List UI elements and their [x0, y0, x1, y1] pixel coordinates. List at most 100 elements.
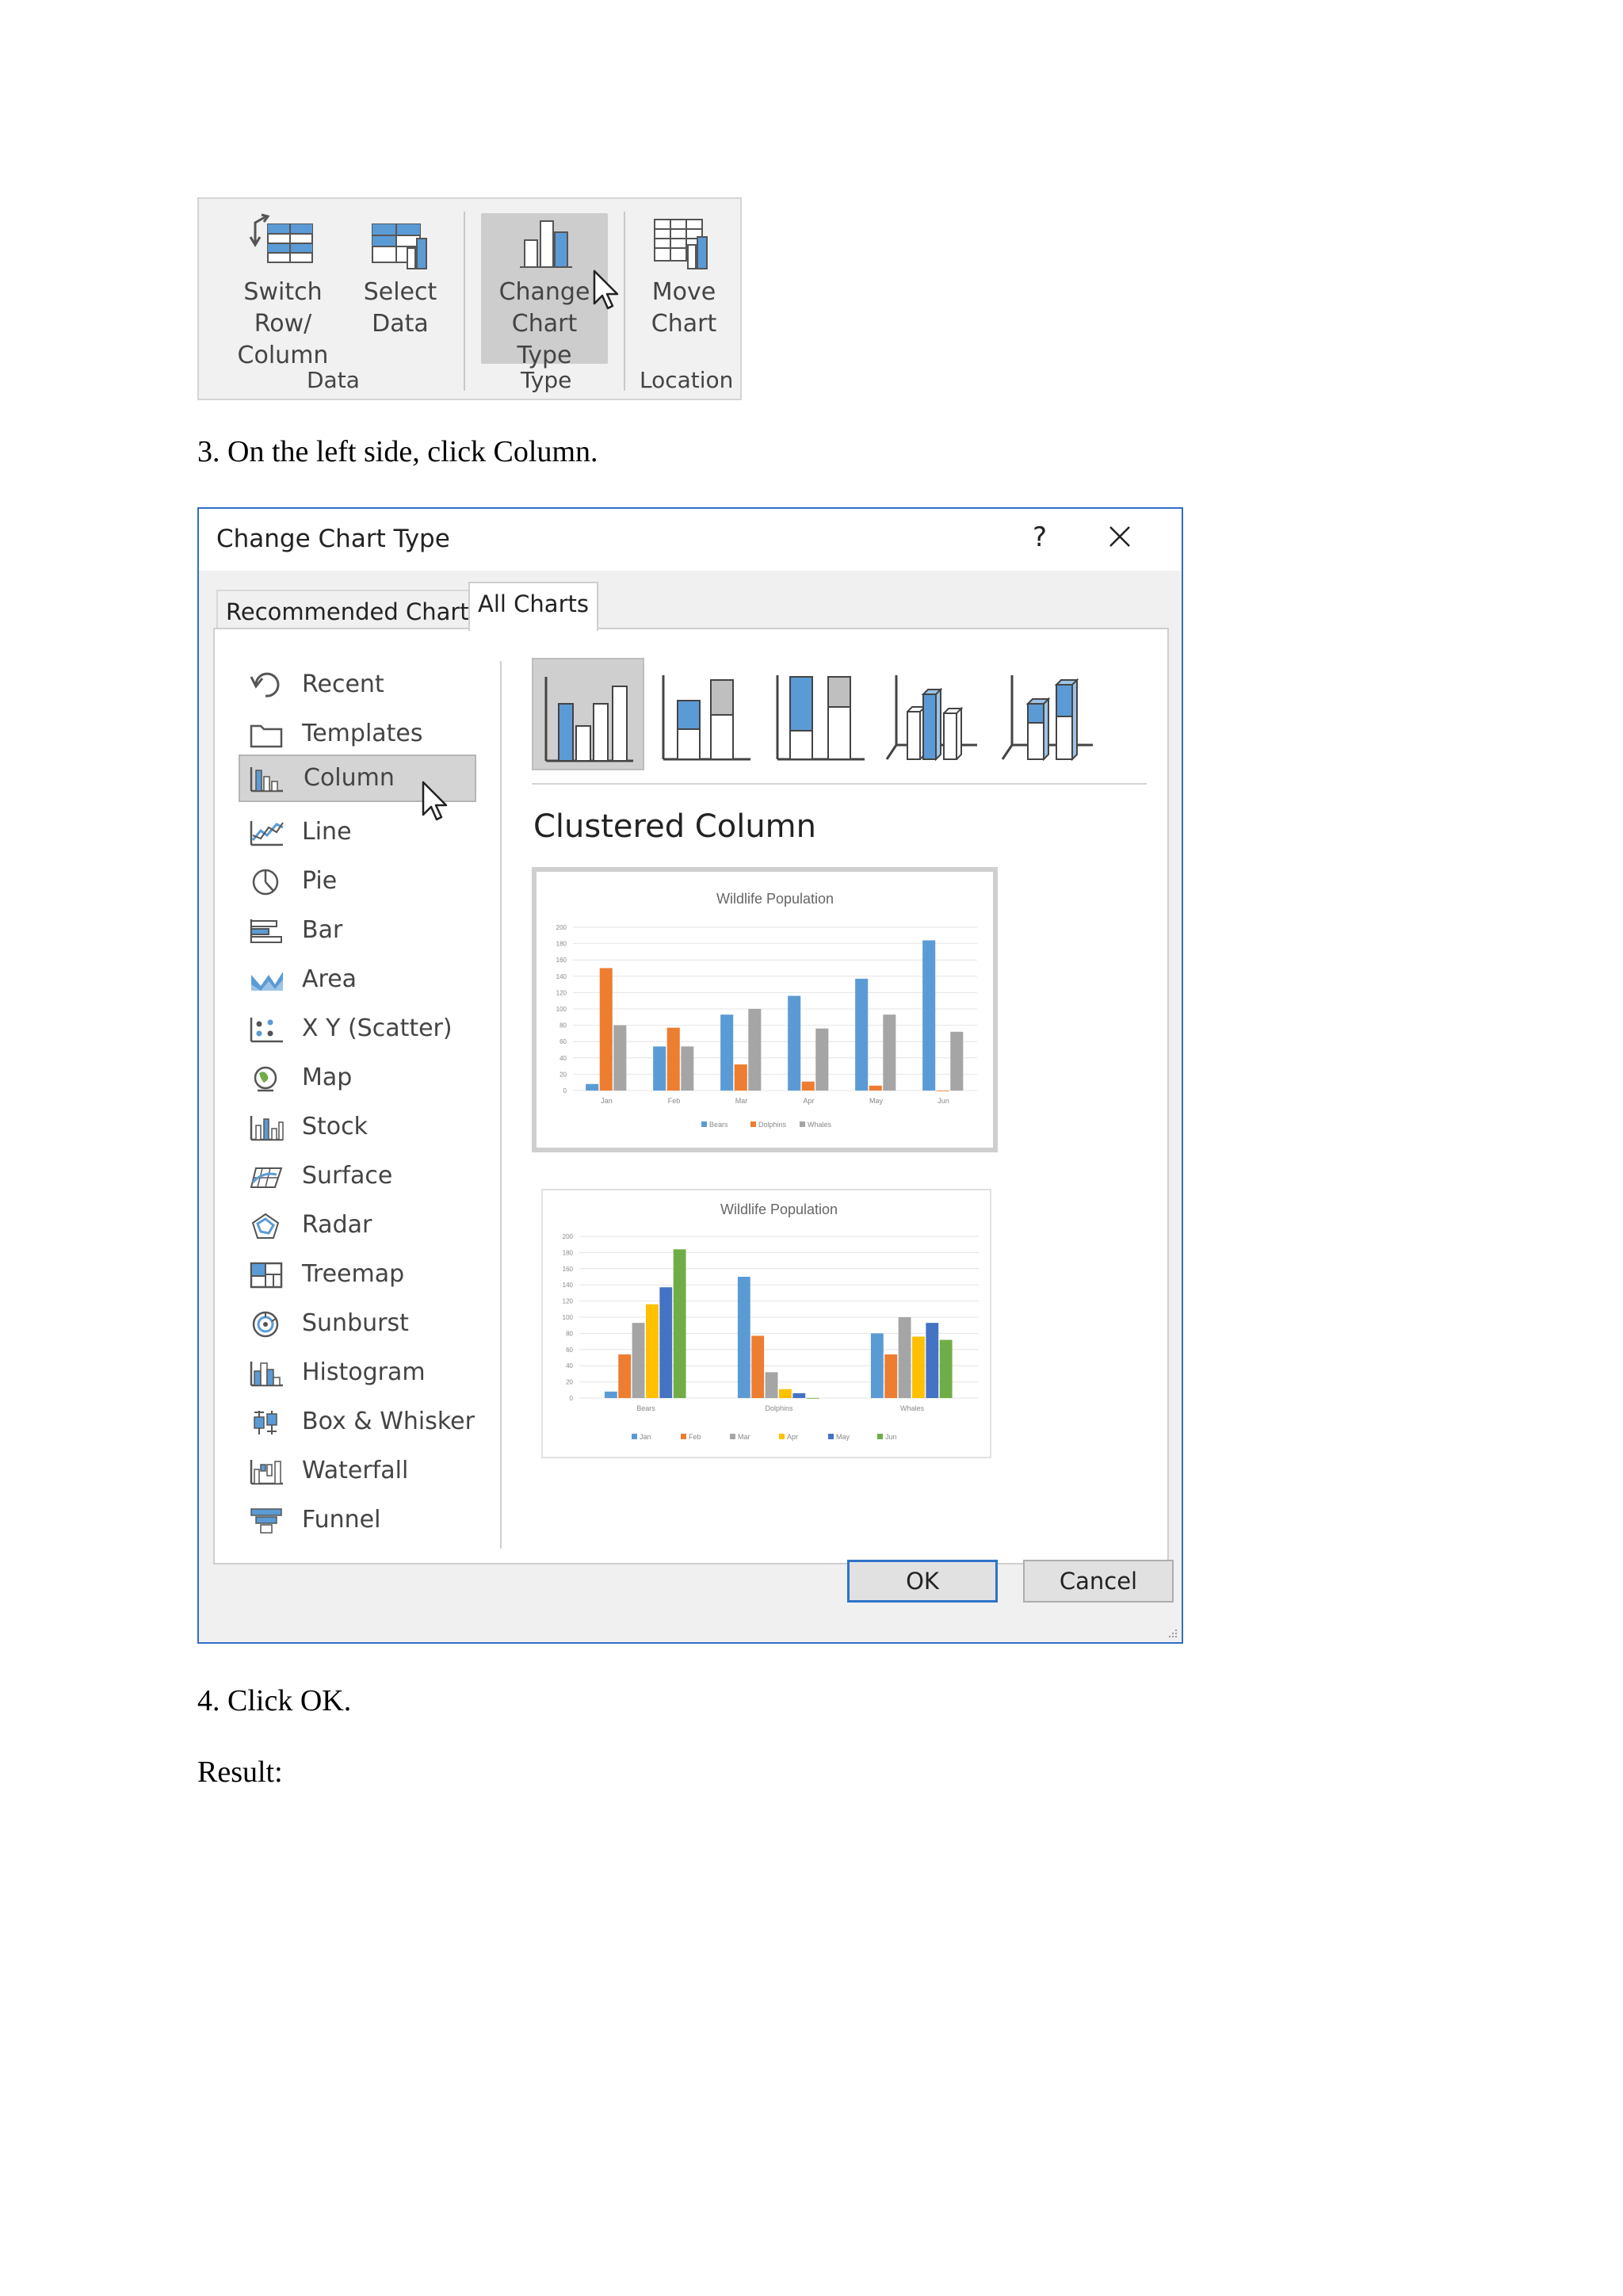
3d-clustered-column-icon: [885, 675, 977, 761]
chart-type-line[interactable]: Line: [239, 808, 476, 856]
chart-type-label: Bar: [302, 916, 343, 944]
select-data-button[interactable]: Select Data: [357, 213, 443, 340]
subtype-stacked-column[interactable]: [651, 658, 763, 770]
y-tick-label: 140: [556, 973, 567, 980]
list-separator: [500, 661, 502, 1549]
legend-swatch: [779, 1434, 785, 1439]
chart-type-templates[interactable]: Templates: [239, 710, 476, 758]
tab-all-charts[interactable]: All Charts: [468, 582, 598, 631]
close-icon[interactable]: [1108, 525, 1132, 548]
help-button[interactable]: ?: [1033, 521, 1047, 553]
legend-swatch: [800, 1121, 805, 1127]
y-tick-label: 180: [556, 941, 567, 948]
waterfall-chart-icon: [250, 1460, 283, 1485]
all-charts-panel: Recent Templates Column Line Pie Bar Are…: [213, 628, 1169, 1564]
bar-may-bears: [659, 1287, 673, 1398]
switch-row-label-1: Switch Row/: [243, 278, 323, 338]
chart-type-box-whisker[interactable]: Box & Whisker: [239, 1398, 476, 1446]
chart-type-label: Map: [302, 1064, 353, 1091]
change-chart-type-button[interactable]: Change Chart Type: [481, 213, 608, 369]
y-tick-label: 160: [556, 957, 567, 964]
bar-whales-may: [883, 1014, 896, 1091]
legend-swatch: [730, 1434, 735, 1439]
chart-type-label: Waterfall: [302, 1457, 409, 1484]
bar-bears-jan: [586, 1083, 599, 1091]
chart-type-funnel[interactable]: Funnel: [239, 1496, 476, 1544]
chart-type-column[interactable]: Column: [239, 755, 476, 821]
surface-chart-icon: [250, 1167, 283, 1188]
chart-type-treemap[interactable]: Treemap: [239, 1251, 476, 1298]
subtype-clustered-column[interactable]: [532, 658, 644, 770]
cancel-button[interactable]: Cancel: [1023, 1560, 1174, 1603]
ribbon-separator: [624, 212, 625, 391]
chart-type-pie[interactable]: Pie: [239, 858, 476, 905]
subtype-100-stacked-column[interactable]: [765, 658, 877, 770]
resize-grip-icon[interactable]: [1166, 1626, 1178, 1639]
chart-type-map[interactable]: Map: [239, 1054, 476, 1102]
chart-type-label: Recent: [302, 670, 384, 698]
dialog-title: Change Chart Type: [216, 525, 450, 553]
move-chart-label-1: Move: [651, 278, 716, 306]
x-tick-label: Dolphins: [765, 1404, 793, 1412]
group-label-type: Type: [521, 367, 572, 393]
ok-button[interactable]: OK: [847, 1560, 998, 1603]
folder-icon: [250, 724, 283, 748]
y-tick-label: 80: [566, 1330, 573, 1337]
change-chart-type-label-1: Change: [498, 278, 590, 306]
tab-recommended-charts[interactable]: Recommended Charts: [216, 590, 491, 629]
bar-feb-bears: [618, 1354, 632, 1398]
chart-type-recent[interactable]: Recent: [239, 661, 476, 709]
chart-type-waterfall[interactable]: Waterfall: [239, 1447, 476, 1495]
globe-map-icon: [254, 1066, 277, 1092]
sunburst-chart-icon: [252, 1311, 279, 1338]
legend-entry: Bears: [709, 1121, 728, 1129]
dialog-body: Recommended Charts All Charts Recent Tem…: [199, 571, 1182, 1642]
y-tick-label: 80: [559, 1022, 567, 1030]
bar-dolphins-feb: [666, 1027, 680, 1091]
y-tick-label: 200: [556, 924, 567, 931]
group-label-location: Location: [640, 367, 734, 393]
bar-jan-whales: [870, 1333, 884, 1398]
subtype-3d-clustered-column[interactable]: [880, 658, 993, 770]
x-tick-label: Apr: [803, 1097, 814, 1105]
line-chart-icon: [250, 821, 284, 846]
y-tick-label: 200: [563, 1233, 574, 1240]
bar-jun-bears: [673, 1249, 686, 1398]
legend-entry: Whales: [808, 1121, 832, 1129]
chart-type-xy-scatter[interactable]: X Y (Scatter): [239, 1005, 476, 1052]
stacked-100-column-icon: [776, 675, 865, 761]
pie-chart-icon: [252, 869, 279, 896]
bar-mar-bears: [632, 1323, 645, 1398]
y-tick-label: 0: [563, 1087, 567, 1095]
switch-row-column-button[interactable]: Switch Row/ Column: [216, 213, 349, 372]
bar-dolphins-may: [869, 1085, 882, 1091]
chart-type-stock[interactable]: Stock: [239, 1103, 476, 1151]
chart-type-surface[interactable]: Surface: [239, 1152, 476, 1200]
scatter-chart-icon: [250, 1018, 283, 1043]
chart-type-histogram[interactable]: Histogram: [239, 1349, 476, 1396]
bar-feb-whales: [884, 1354, 898, 1398]
preview-chart-by-animal[interactable]: Wildlife Population 0 20 40 60 80 100 120 140 160…: [541, 1189, 991, 1458]
switch-row-column-icon: [249, 213, 313, 263]
chart-type-label: Sunburst: [302, 1309, 409, 1337]
subtype-3d-stacked-column[interactable]: [996, 658, 1109, 770]
chart-type-label: Histogram: [302, 1358, 426, 1386]
chart-title: Wildlife Population: [716, 891, 834, 907]
y-tick-label: 120: [556, 989, 567, 996]
move-chart-button[interactable]: Move Chart: [633, 213, 735, 340]
chart-type-area[interactable]: Area: [239, 956, 476, 1003]
preview-chart-by-month[interactable]: Wildlife Population 0 20 40 60 80 100 120 140 160…: [532, 867, 998, 1152]
step-3-text: 3. On the left side, click Column.: [197, 435, 598, 468]
column-chart-icon: [250, 767, 283, 793]
chart-type-bar[interactable]: Bar: [239, 907, 476, 954]
result-text: Result:: [197, 1755, 283, 1789]
chart-type-radar[interactable]: Radar: [239, 1201, 476, 1249]
bar-bears-feb: [653, 1046, 666, 1091]
legend-entry: Jun: [885, 1433, 897, 1441]
y-tick-label: 100: [563, 1314, 574, 1321]
bar-dolphins-jan: [599, 968, 613, 1091]
change-chart-type-label-2: Chart Type: [511, 310, 578, 369]
chart-type-sunburst[interactable]: Sunburst: [239, 1300, 476, 1347]
group-label-data: Data: [307, 367, 360, 393]
bar-whales-feb: [681, 1046, 694, 1091]
